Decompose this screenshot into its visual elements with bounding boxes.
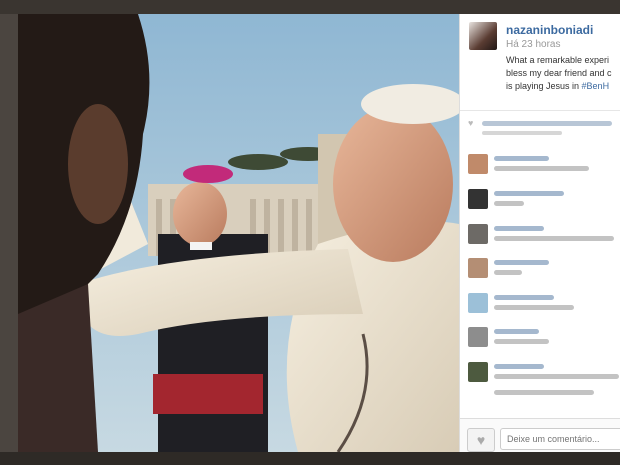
background-strip-left <box>0 14 18 452</box>
background-strip-top <box>0 0 620 14</box>
background-strip-bottom <box>0 452 620 465</box>
username-link[interactable]: nazaninboniadi <box>506 23 593 37</box>
blurred-likers <box>482 121 612 126</box>
comment-footer: ♥ <box>460 418 620 452</box>
hashtag-link[interactable]: #BenH <box>582 81 610 91</box>
commenter-avatar[interactable] <box>468 293 488 313</box>
post-timestamp: Há 23 horas <box>506 39 561 50</box>
header-divider <box>460 110 620 111</box>
caption-line: is playing Jesus in #BenH <box>506 80 620 93</box>
comment-item <box>460 154 620 184</box>
post-header: nazaninboniadi Há 23 horas What a remark… <box>460 14 620 102</box>
comment-item <box>460 327 620 357</box>
caption-line: What a remarkable experi <box>506 55 610 65</box>
commenter-avatar[interactable] <box>468 189 488 209</box>
blurred-commenter-name[interactable] <box>494 260 549 265</box>
commenter-avatar[interactable] <box>468 258 488 278</box>
commenter-avatar[interactable] <box>468 154 488 174</box>
caption-line: bless my dear friend and c <box>506 68 612 78</box>
blurred-likers-line <box>482 131 562 135</box>
likes-summary: ♥ <box>468 118 618 135</box>
heart-icon: ♥ <box>476 432 486 448</box>
blurred-comment-text <box>494 339 549 344</box>
blurred-commenter-name[interactable] <box>494 226 544 231</box>
photo-illustration <box>18 14 459 452</box>
post-modal: nazaninboniadi Há 23 horas What a remark… <box>18 14 620 452</box>
user-avatar[interactable] <box>469 22 497 50</box>
blurred-commenter-name[interactable] <box>494 191 564 196</box>
blurred-comment-text <box>494 374 619 379</box>
blurred-comment-text <box>494 270 522 275</box>
comment-item <box>460 189 620 219</box>
comment-item <box>460 293 620 323</box>
commenter-avatar[interactable] <box>468 362 488 382</box>
commenter-avatar[interactable] <box>468 224 488 244</box>
caption-text: is playing Jesus in <box>506 81 582 91</box>
comment-item <box>460 224 620 254</box>
comment-item <box>460 362 620 392</box>
post-photo[interactable] <box>18 14 459 452</box>
comment-item <box>460 390 620 402</box>
blurred-commenter-name[interactable] <box>494 364 544 369</box>
heart-icon: ♥ <box>468 118 474 128</box>
commenter-avatar[interactable] <box>468 327 488 347</box>
blurred-comment-text <box>494 166 589 171</box>
blurred-comment-text <box>494 390 594 395</box>
post-caption: What a remarkable experi bless my dear f… <box>506 54 620 93</box>
like-button[interactable]: ♥ <box>467 428 495 452</box>
blurred-comment-text <box>494 305 574 310</box>
blurred-comment-text <box>494 201 524 206</box>
comment-item <box>460 258 620 288</box>
blurred-commenter-name[interactable] <box>494 156 549 161</box>
blurred-comment-text <box>494 236 614 241</box>
blurred-commenter-name[interactable] <box>494 329 539 334</box>
comment-input[interactable] <box>500 428 620 450</box>
blurred-commenter-name[interactable] <box>494 295 554 300</box>
post-sidebar: nazaninboniadi Há 23 horas What a remark… <box>459 14 620 452</box>
